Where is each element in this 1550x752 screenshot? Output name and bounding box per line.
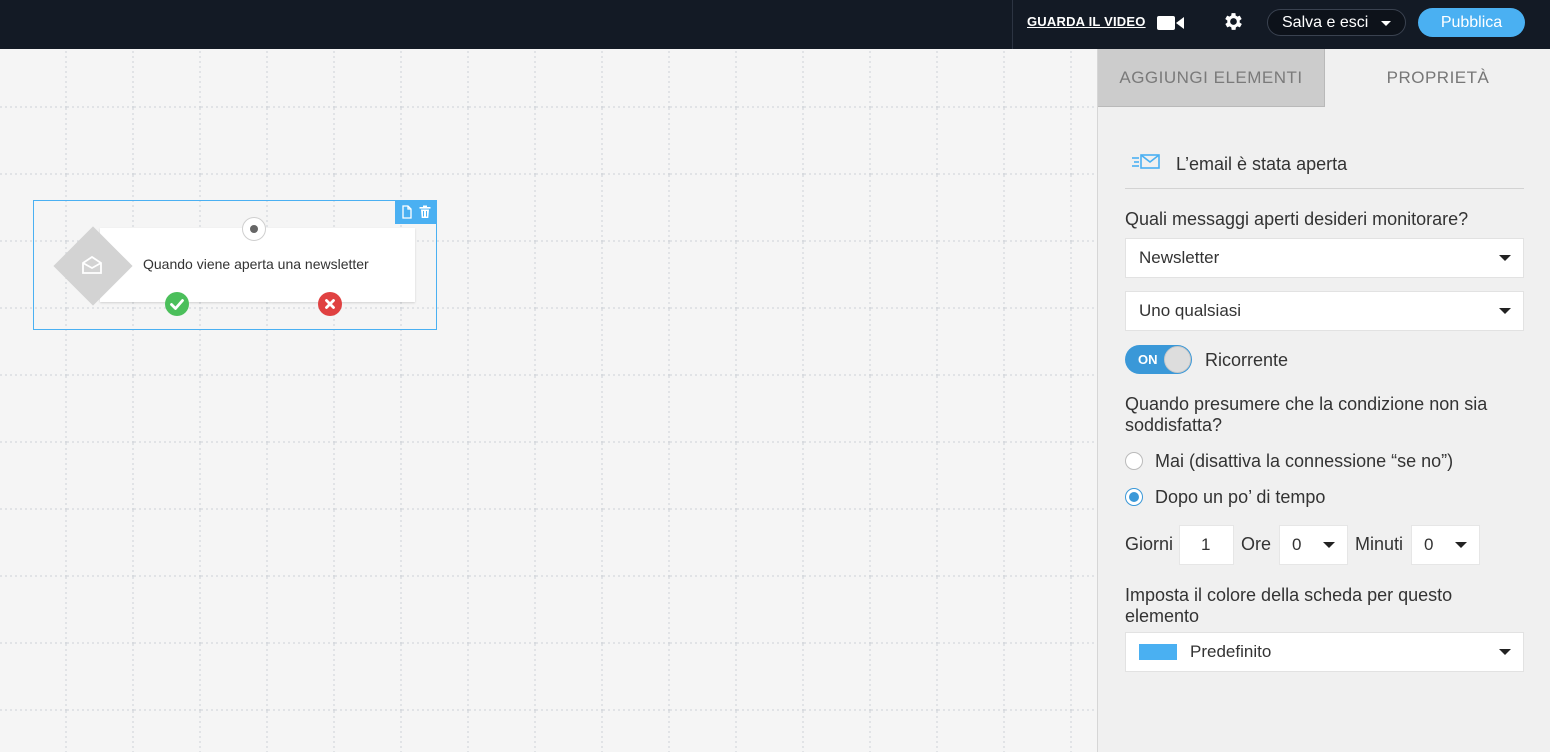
canvas-grid	[0, 49, 1097, 752]
save-and-exit-label: Salva e esci	[1282, 13, 1369, 31]
trash-icon[interactable]	[418, 205, 432, 219]
card-color-select[interactable]: Predefinito	[1125, 632, 1524, 672]
open-envelope-icon	[82, 255, 102, 274]
message-select[interactable]: Uno qualsiasi	[1125, 291, 1524, 331]
radio-never[interactable]: Mai (disattiva la connessione “se no”)	[1125, 450, 1453, 472]
message-value: Uno qualsiasi	[1139, 301, 1242, 320]
publish-button[interactable]: Pubblica	[1418, 8, 1525, 37]
toggle-state: ON	[1138, 352, 1158, 367]
hours-label: Ore	[1241, 534, 1272, 554]
messages-question: Quali messaggi aperti desideri monitorar…	[1125, 209, 1469, 229]
message-type-value: Newsletter	[1139, 248, 1220, 267]
element-header: L’email è stata aperta	[1125, 142, 1524, 189]
tab-add-elements[interactable]: AGGIUNGI ELEMENTI	[1098, 49, 1325, 107]
minutes-value: 0	[1424, 535, 1434, 554]
recurring-label: Ricorrente	[1205, 350, 1289, 370]
check-icon	[170, 299, 184, 310]
node-toolbar	[395, 200, 437, 224]
email-sent-icon	[1132, 154, 1160, 169]
top-bar: GUARDA IL VIDEO Salva e esci Pubblica	[0, 0, 1550, 49]
element-title: L’email è stata aperta	[1176, 154, 1348, 174]
radio-after-time-label: Dopo un po’ di tempo	[1155, 486, 1326, 507]
condition-question: Quando presumere che la condizione non s…	[1125, 394, 1488, 435]
minutes-select[interactable]: 0	[1411, 525, 1480, 565]
hours-select[interactable]: 0	[1279, 525, 1348, 565]
days-input[interactable]: 1	[1179, 525, 1234, 565]
gear-icon[interactable]	[1222, 10, 1245, 33]
video-camera-icon[interactable]	[1157, 14, 1185, 32]
card-color-value: Predefinito	[1190, 642, 1272, 661]
minutes-label: Minuti	[1355, 534, 1404, 554]
days-label: Giorni	[1125, 534, 1174, 554]
radio-after-time-button[interactable]	[1125, 488, 1143, 506]
chevron-down-icon	[1381, 21, 1391, 26]
watch-video-link[interactable]: GUARDA IL VIDEO	[1027, 14, 1146, 29]
node-input-connector[interactable]	[242, 217, 266, 241]
radio-never-label: Mai (disattiva la connessione “se no”)	[1155, 450, 1454, 471]
properties-panel: AGGIUNGI ELEMENTI PROPRIETÀ L’email è st…	[1097, 49, 1550, 752]
hours-value: 0	[1292, 535, 1302, 554]
chevron-down-icon	[1499, 649, 1511, 655]
toggle-knob	[1164, 346, 1191, 373]
color-question: Imposta il colore della scheda per quest…	[1125, 585, 1453, 626]
radio-never-button[interactable]	[1125, 452, 1143, 470]
tab-properties[interactable]: PROPRIETÀ	[1325, 49, 1550, 107]
yes-connector[interactable]	[165, 292, 189, 316]
color-swatch	[1139, 644, 1177, 660]
chevron-down-icon	[1323, 542, 1335, 548]
chevron-down-icon	[1499, 308, 1511, 314]
chevron-down-icon	[1455, 542, 1467, 548]
topbar-divider	[1012, 0, 1013, 49]
node-label: Quando viene aperta una newsletter	[143, 256, 369, 272]
chevron-down-icon	[1499, 255, 1511, 261]
no-connector[interactable]	[318, 292, 342, 316]
message-type-select[interactable]: Newsletter	[1125, 238, 1524, 278]
recurring-toggle[interactable]: ON	[1125, 345, 1192, 374]
workflow-canvas[interactable]	[0, 49, 1097, 752]
close-icon	[325, 299, 335, 309]
radio-after-time[interactable]: Dopo un po’ di tempo	[1125, 486, 1325, 508]
duplicate-icon[interactable]	[400, 205, 414, 219]
save-and-exit-button[interactable]: Salva e esci	[1267, 9, 1406, 36]
